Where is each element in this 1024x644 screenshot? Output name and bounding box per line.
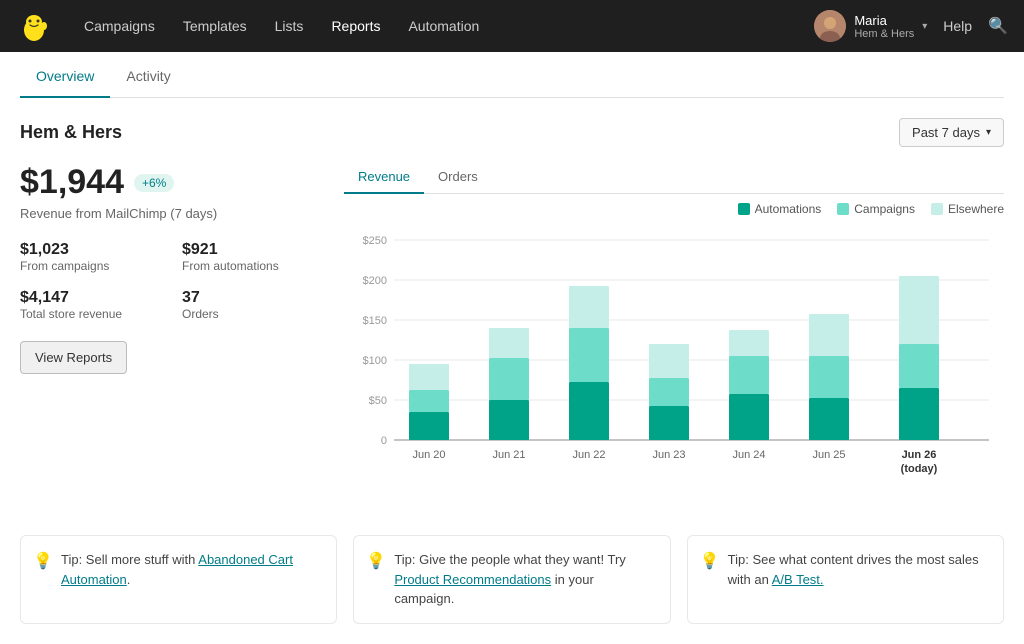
stat-campaigns: $1,023 From campaigns [20,241,158,273]
stat-grid: $1,023 From campaigns $921 From automati… [20,241,320,321]
stat-orders: 37 Orders [182,289,320,321]
chart-tab-orders[interactable]: Orders [424,163,492,194]
stat-label: From campaigns [20,259,158,273]
tip-icon-1: 💡 [33,550,53,574]
tip-icon-2: 💡 [366,550,386,574]
svg-text:Jun 26: Jun 26 [902,449,937,461]
page-tabs: Overview Activity [20,52,1004,98]
nav-lists[interactable]: Lists [263,12,316,40]
revenue-amount: $1,944 [20,163,124,202]
legend-automations-label: Automations [755,202,822,216]
avatar [814,10,846,42]
revenue-label: Revenue from MailChimp (7 days) [20,206,320,221]
revenue-section: $1,944 +6% Revenue from MailChimp (7 day… [20,163,1004,507]
tip-text-2: Tip: Give the people what they want! Try [394,552,625,567]
help-link[interactable]: Help [943,18,972,34]
stat-total-revenue: $4,147 Total store revenue [20,289,158,321]
date-range-button[interactable]: Past 7 days ▾ [899,118,1004,147]
chart-legend: Automations Campaigns Elsewhere [344,202,1004,216]
tab-overview[interactable]: Overview [20,52,110,98]
nav-automation[interactable]: Automation [396,12,491,40]
tip-card-3: 💡 Tip: See what content drives the most … [687,535,1004,624]
legend-campaigns: Campaigns [837,202,915,216]
topnav-right: Maria Hem & Hers ▾ Help 🔍 [814,10,1008,42]
tip-link-3[interactable]: A/B Test. [772,572,824,587]
tip-link-2[interactable]: Product Recommendations [394,572,551,587]
svg-text:$150: $150 [363,315,387,327]
svg-text:Jun 24: Jun 24 [732,449,765,461]
svg-text:Jun 25: Jun 25 [812,449,845,461]
legend-campaigns-dot [837,203,849,215]
topnav-links: Campaigns Templates Lists Reports Automa… [72,12,794,40]
stat-label: Total store revenue [20,307,158,321]
chevron-down-icon: ▾ [986,127,991,138]
mailchimp-logo[interactable] [16,8,52,44]
tip-text-1-after: . [127,572,131,587]
svg-text:Jun 21: Jun 21 [492,449,525,461]
svg-text:$50: $50 [369,395,387,407]
svg-text:Jun 23: Jun 23 [652,449,685,461]
revenue-badge: +6% [134,174,174,192]
bar-chart: $250 $200 $150 $100 $50 0 [344,224,1004,504]
nav-reports[interactable]: Reports [319,12,392,40]
right-panel: Revenue Orders Automations Campaigns Els… [344,163,1004,507]
topnav: Campaigns Templates Lists Reports Automa… [0,0,1024,52]
svg-text:Jun 22: Jun 22 [572,449,605,461]
tip-text-3: Tip: See what content drives the most sa… [728,552,979,587]
user-org: Hem & Hers [854,28,914,40]
svg-text:$100: $100 [363,355,387,367]
svg-text:Jun 20: Jun 20 [412,449,445,461]
svg-text:(today): (today) [901,463,938,475]
stat-value: $921 [182,241,320,259]
legend-automations: Automations [738,202,822,216]
nav-campaigns[interactable]: Campaigns [72,12,167,40]
stat-label: From automations [182,259,320,273]
legend-automations-dot [738,203,750,215]
legend-elsewhere-dot [931,203,943,215]
user-menu[interactable]: Maria Hem & Hers ▾ [814,10,927,42]
stat-value: 37 [182,289,320,307]
main-content: Overview Activity Hem & Hers Past 7 days… [0,52,1024,644]
chevron-down-icon: ▾ [922,21,927,32]
date-range-label: Past 7 days [912,125,980,140]
user-info: Maria Hem & Hers [854,13,914,40]
legend-campaigns-label: Campaigns [854,202,915,216]
legend-elsewhere-label: Elsewhere [948,202,1004,216]
search-icon[interactable]: 🔍 [988,16,1008,36]
chart-area: $250 $200 $150 $100 $50 0 [344,224,1004,507]
content-header: Hem & Hers Past 7 days ▾ [20,118,1004,147]
stat-value: $4,147 [20,289,158,307]
svg-text:$250: $250 [363,235,387,247]
tip-card-2: 💡 Tip: Give the people what they want! T… [353,535,670,624]
revenue-amount-row: $1,944 +6% [20,163,320,202]
tips-section: 💡 Tip: Sell more stuff with Abandoned Ca… [20,535,1004,624]
svg-text:$200: $200 [363,275,387,287]
store-name: Hem & Hers [20,122,122,143]
nav-templates[interactable]: Templates [171,12,259,40]
tab-activity[interactable]: Activity [110,52,186,98]
legend-elsewhere: Elsewhere [931,202,1004,216]
chart-tabs: Revenue Orders [344,163,1004,194]
stat-value: $1,023 [20,241,158,259]
stat-label: Orders [182,307,320,321]
view-reports-button[interactable]: View Reports [20,341,127,374]
left-panel: $1,944 +6% Revenue from MailChimp (7 day… [20,163,320,507]
stat-automations: $921 From automations [182,241,320,273]
chart-tab-revenue[interactable]: Revenue [344,163,424,194]
svg-text:0: 0 [381,435,387,447]
username: Maria [854,13,914,28]
tip-icon-3: 💡 [700,550,720,574]
tip-card-1: 💡 Tip: Sell more stuff with Abandoned Ca… [20,535,337,624]
tip-text-1: Tip: Sell more stuff with [61,552,198,567]
